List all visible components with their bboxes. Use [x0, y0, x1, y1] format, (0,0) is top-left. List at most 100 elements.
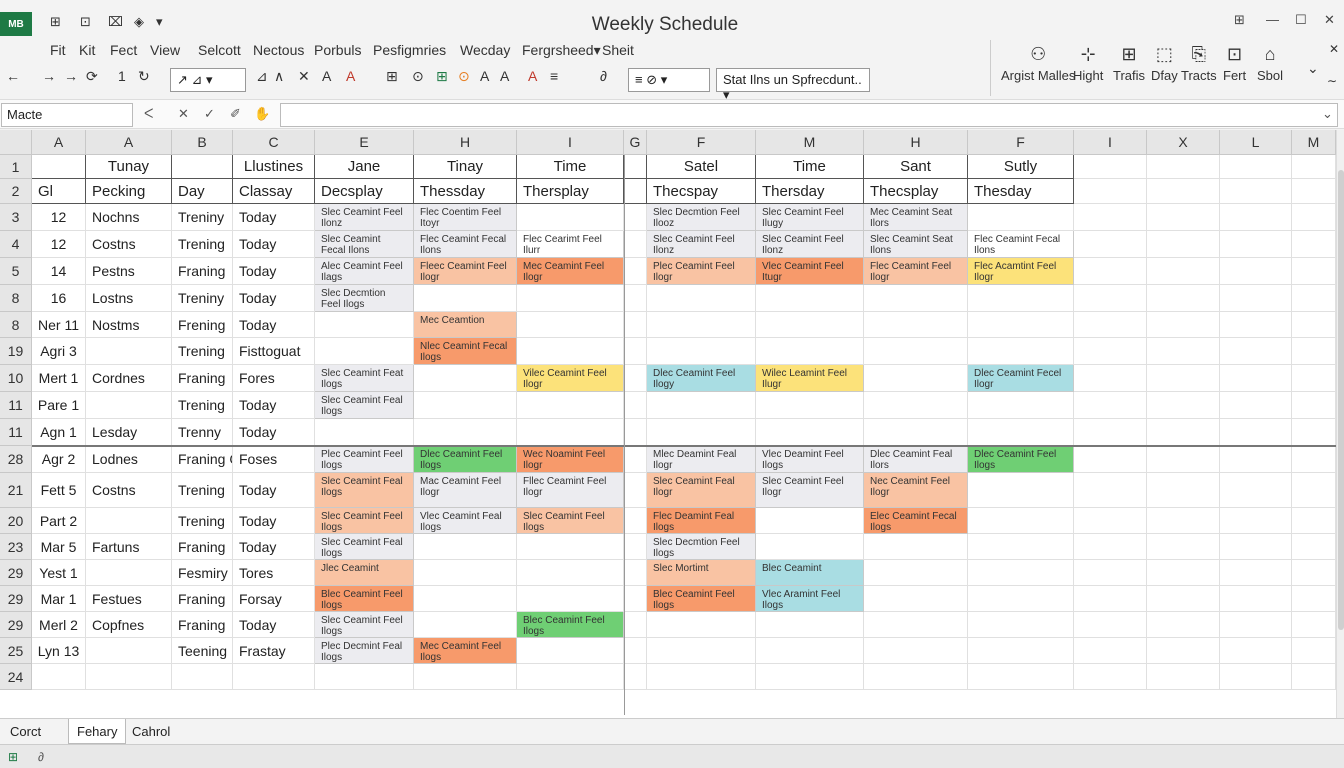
event-cell[interactable]: Mlec Deamint Feal Ilogr [647, 446, 756, 473]
empty-cell[interactable] [756, 338, 864, 365]
event-cell[interactable]: Alec Ceamint Feel Ilags [315, 258, 414, 285]
ribbon-wave-icon[interactable]: ∼ [1327, 74, 1337, 88]
align-icon[interactable]: ≡ [550, 68, 558, 84]
data-cell[interactable]: Copfnes [86, 612, 172, 638]
ribbon-group-fert[interactable]: ⊡ Fert [1223, 44, 1246, 83]
event-cell[interactable]: Nec Ceamint Feel Ilogr [864, 473, 968, 508]
empty-cell[interactable] [414, 419, 517, 446]
event-cell[interactable]: Mec Ceamint Feel Ilogs [414, 638, 517, 664]
data-cell[interactable]: Trening [172, 508, 233, 534]
row-header[interactable]: 23 [0, 534, 32, 560]
empty-cell[interactable] [1220, 419, 1292, 446]
save-icon[interactable]: ⊞ [50, 14, 61, 30]
header-cell[interactable]: Time [756, 155, 864, 179]
empty-cell[interactable] [1074, 612, 1147, 638]
row-header[interactable]: 20 [0, 508, 32, 534]
empty-cell[interactable] [1074, 473, 1147, 508]
empty-cell[interactable] [624, 508, 647, 534]
empty-cell[interactable] [624, 258, 647, 285]
event-cell[interactable]: Flec Acamtint Feel Ilogr [968, 258, 1074, 285]
empty-cell[interactable] [864, 664, 968, 690]
empty-cell[interactable] [1074, 155, 1147, 179]
color-wheel-icon[interactable]: ⊙ [412, 68, 424, 85]
empty-cell[interactable] [624, 204, 647, 231]
data-cell[interactable]: Franing [172, 365, 233, 392]
event-cell[interactable]: Mec Ceamtion [414, 312, 517, 338]
empty-cell[interactable] [864, 638, 968, 664]
data-cell[interactable]: Today [233, 258, 315, 285]
menu-fergrsheed[interactable]: Fergrsheed▾ [522, 42, 601, 59]
fill-color-icon[interactable]: A [346, 68, 355, 84]
empty-cell[interactable] [647, 664, 756, 690]
empty-cell[interactable] [1147, 473, 1220, 508]
empty-cell[interactable] [1074, 365, 1147, 392]
empty-cell[interactable] [864, 338, 968, 365]
data-cell[interactable]: Festues [86, 586, 172, 612]
empty-cell[interactable] [1147, 365, 1220, 392]
empty-cell[interactable] [1220, 473, 1292, 508]
empty-cell[interactable] [1147, 179, 1220, 204]
ribbon-group-dfay[interactable]: ⬚ Dfay [1151, 44, 1178, 83]
empty-cell[interactable] [315, 419, 414, 446]
event-cell[interactable]: Vlec Aramint Feel Ilogs [756, 586, 864, 612]
data-cell[interactable]: Agri 3 [32, 338, 86, 365]
empty-cell[interactable] [1147, 446, 1220, 473]
menu-kit[interactable]: Kit [79, 42, 95, 58]
empty-cell[interactable] [517, 419, 624, 446]
sheet-tab-corct[interactable]: Corct [2, 719, 49, 744]
event-cell[interactable]: Dlec Ceamint Feel Ilogs [968, 446, 1074, 473]
header-cell[interactable]: Day [172, 179, 233, 204]
menu-view[interactable]: View [150, 42, 180, 58]
data-cell[interactable] [233, 664, 315, 690]
empty-cell[interactable] [756, 664, 864, 690]
row-header[interactable]: 19 [0, 338, 32, 365]
empty-cell[interactable] [1074, 534, 1147, 560]
empty-cell[interactable] [1147, 560, 1220, 586]
data-cell[interactable]: Lesday [86, 419, 172, 446]
data-cell[interactable]: Pare 1 [32, 392, 86, 419]
empty-cell[interactable] [647, 312, 756, 338]
empty-cell[interactable] [414, 365, 517, 392]
empty-cell[interactable] [1220, 285, 1292, 312]
number-format-icon[interactable]: 1 [118, 68, 126, 84]
back-icon[interactable]: ← [6, 68, 20, 84]
data-cell[interactable]: Lyn 13 [32, 638, 86, 664]
data-cell[interactable]: 16 [32, 285, 86, 312]
event-cell[interactable]: Vlec Deamint Feel Ilogs [756, 446, 864, 473]
empty-cell[interactable] [1147, 638, 1220, 664]
sheet-tab-fehary[interactable]: Fehary [68, 719, 127, 744]
event-cell[interactable]: Slec Ceamint Feal Ilogs [315, 473, 414, 508]
empty-cell[interactable] [864, 612, 968, 638]
empty-cell[interactable] [968, 419, 1074, 446]
empty-cell[interactable] [1220, 508, 1292, 534]
alignment-dropdown[interactable]: ≡ ⊘ ▾ [628, 68, 710, 92]
empty-cell[interactable] [756, 534, 864, 560]
font-a-icon[interactable]: A [480, 68, 489, 84]
empty-cell[interactable] [1074, 312, 1147, 338]
expand-formula-icon[interactable]: ⌄ [1322, 106, 1333, 122]
empty-cell[interactable] [968, 392, 1074, 419]
event-cell[interactable]: Slec Ceamint Fecal Ilons [315, 231, 414, 258]
empty-cell[interactable] [968, 204, 1074, 231]
data-cell[interactable]: Franing [172, 586, 233, 612]
empty-cell[interactable] [1220, 612, 1292, 638]
data-cell[interactable] [86, 664, 172, 690]
scroll-thumb[interactable] [1338, 170, 1344, 630]
event-cell[interactable]: Slec Ceamint Feal Ilogs [315, 392, 414, 419]
data-cell[interactable]: Today [233, 419, 315, 446]
event-cell[interactable]: Dlec Ceamint Feel Ilogs [414, 446, 517, 473]
empty-cell[interactable] [1292, 664, 1336, 690]
empty-cell[interactable] [1147, 258, 1220, 285]
event-cell[interactable]: Slec Ceamint Feal Ilogs [315, 534, 414, 560]
data-cell[interactable]: Fisttoguat [233, 338, 315, 365]
empty-cell[interactable] [968, 338, 1074, 365]
empty-cell[interactable] [1220, 258, 1292, 285]
row-header[interactable]: 4 [0, 231, 32, 258]
row-header[interactable]: 5 [0, 258, 32, 285]
row-header[interactable]: 25 [0, 638, 32, 664]
data-cell[interactable]: Ner 11 [32, 312, 86, 338]
row-header[interactable]: 3 [0, 204, 32, 231]
empty-cell[interactable] [1292, 612, 1336, 638]
event-cell[interactable]: Dlec Ceamint Feel Ilogy [647, 365, 756, 392]
data-cell[interactable]: Trenny [172, 419, 233, 446]
